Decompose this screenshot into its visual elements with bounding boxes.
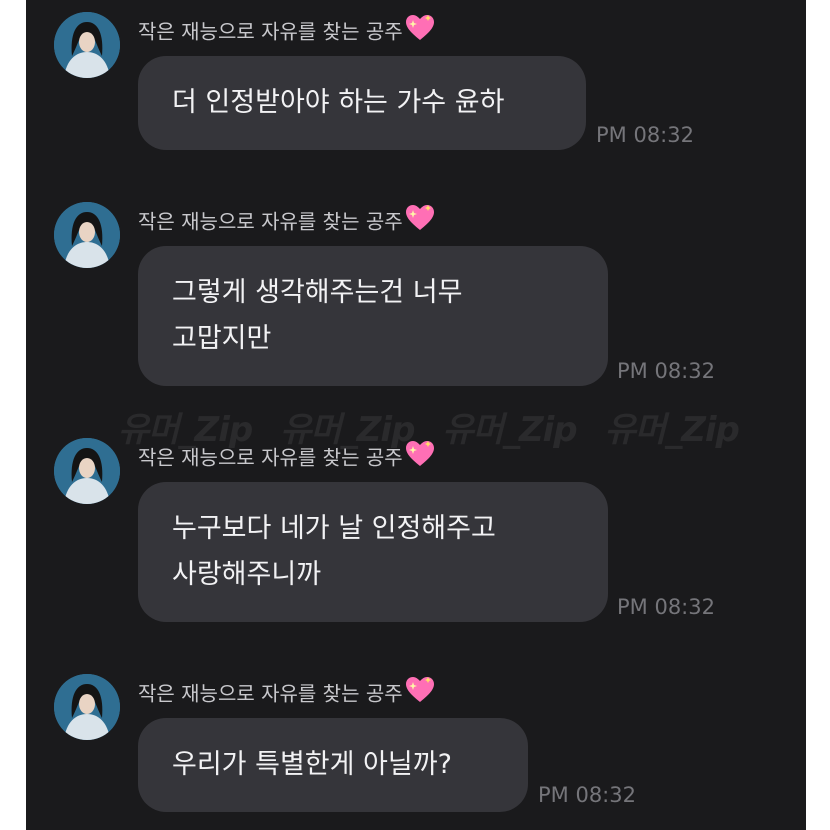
message-line: 누구보다 네가 날 인정해주고: [172, 513, 496, 544]
avatar[interactable]: [54, 674, 120, 740]
message-time: PM 08:32: [596, 123, 694, 147]
message-line: 그렇게 생각해주는건 너무: [172, 277, 463, 308]
message-line: 고맙지만: [172, 323, 272, 354]
message-bubble[interactable]: 우리가 특별한게 아닐까?: [138, 718, 528, 812]
watermark-text: 유머_Zip: [442, 410, 577, 450]
sender-name: 작은 재능으로 자유를 찾는 공주: [138, 676, 435, 714]
avatar[interactable]: [54, 12, 120, 78]
sparkling-heart-icon: [405, 676, 435, 714]
sparkling-heart-icon: [405, 204, 435, 242]
message-line: 우리가 특별한게 아닐까?: [172, 749, 452, 780]
avatar[interactable]: [54, 438, 120, 504]
sender-name: 작은 재능으로 자유를 찾는 공주: [138, 440, 435, 478]
message-bubble[interactable]: 그렇게 생각해주는건 너무 고맙지만: [138, 246, 608, 386]
sender-name: 작은 재능으로 자유를 찾는 공주: [138, 204, 435, 242]
sender-name-text: 작은 재능으로 자유를 찾는 공주: [138, 681, 403, 706]
sender-name-text: 작은 재능으로 자유를 찾는 공주: [138, 19, 403, 44]
sparkling-heart-icon: [405, 440, 435, 478]
watermark-text: 유머_Zip: [604, 410, 740, 450]
sparkling-heart-icon: [405, 14, 435, 52]
chat-view[interactable]: 작은 재능으로 자유를 찾는 공주 더 인정받아야 하는 가수 윤하 PM 08…: [26, 0, 806, 830]
message-line: 더 인정받아야 하는 가수 윤하: [172, 87, 505, 118]
sender-name-text: 작은 재능으로 자유를 찾는 공주: [138, 445, 403, 470]
message-bubble[interactable]: 더 인정받아야 하는 가수 윤하: [138, 56, 586, 150]
message-line: 사랑해주니까: [172, 559, 322, 590]
message-bubble[interactable]: 누구보다 네가 날 인정해주고 사랑해주니까: [138, 482, 608, 622]
message-time: PM 08:32: [538, 783, 636, 807]
sender-name: 작은 재능으로 자유를 찾는 공주: [138, 14, 435, 52]
message-time: PM 08:32: [617, 359, 715, 383]
sender-name-text: 작은 재능으로 자유를 찾는 공주: [138, 209, 403, 234]
message-time: PM 08:32: [617, 595, 715, 619]
avatar[interactable]: [54, 202, 120, 268]
